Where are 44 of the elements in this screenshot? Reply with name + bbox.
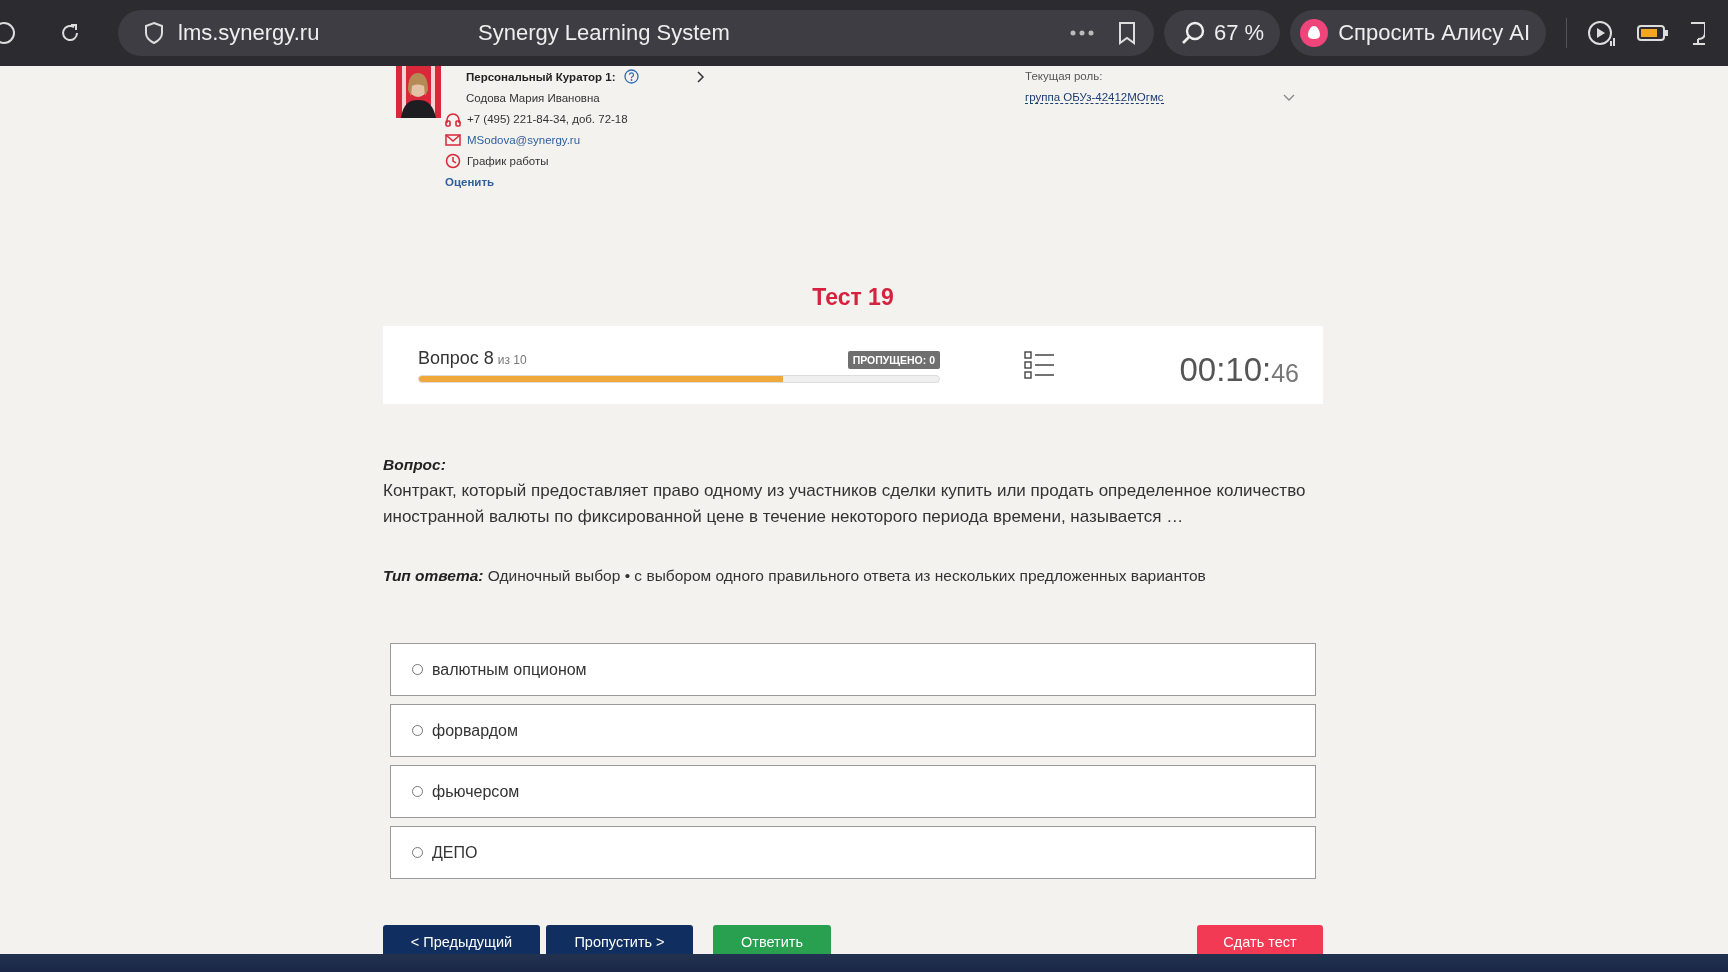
role-label: Текущая роль: xyxy=(1025,69,1104,84)
email-link[interactable]: MSodova@synergy.ru xyxy=(467,133,581,146)
schedule-text: График работы xyxy=(467,154,549,167)
radio-button[interactable] xyxy=(412,664,423,675)
address-text: lms.synergy.ru xyxy=(178,20,321,46)
skipped-badge: ПРОПУЩЕНО: 0 xyxy=(847,350,940,369)
answer-option[interactable]: валютным опционом xyxy=(390,643,1316,696)
answer-option[interactable]: фьючерсом xyxy=(390,765,1316,818)
question-total: из 10 xyxy=(497,352,527,367)
answer-type-text: Тип ответа: Одиночный выбор • с выбором одного правильного ответа из нескольких предложенных вариантов xyxy=(383,566,1207,586)
chevron-down-icon[interactable] xyxy=(1283,93,1295,102)
search-icon xyxy=(1180,20,1206,46)
help-icon[interactable] xyxy=(623,69,639,84)
radio-button[interactable] xyxy=(412,847,423,858)
chevron-right-icon[interactable] xyxy=(696,70,705,83)
answer-option[interactable]: ДЕПО xyxy=(390,826,1316,879)
curator-phone: +7 (495) 221-84-34, доб. 72-18 xyxy=(467,112,628,125)
answer-option[interactable]: форвардом xyxy=(390,704,1316,757)
test-title: Тест 19 xyxy=(811,284,895,312)
clock-icon xyxy=(445,152,461,169)
assistant-icon xyxy=(1300,19,1329,47)
page-title: Synergy Learning System xyxy=(478,20,731,46)
bookmark-icon[interactable] xyxy=(1118,21,1136,45)
more-icon[interactable] xyxy=(1070,30,1094,36)
play-icon[interactable] xyxy=(1587,19,1618,47)
email-icon xyxy=(445,131,461,148)
address-bar[interactable]: lms.synergy.ru Synergy Learning System xyxy=(118,10,1154,56)
headset-icon xyxy=(445,110,461,127)
question-number: Вопрос 8 xyxy=(418,347,494,368)
shield-icon xyxy=(144,21,164,45)
role-dropdown[interactable]: группа ОБУз-42412МОгмс xyxy=(1025,91,1164,104)
battery-icon xyxy=(1637,24,1670,42)
timer-seconds: 46 xyxy=(1271,359,1299,389)
zoom-button[interactable]: 67 % xyxy=(1164,10,1281,56)
radio-button[interactable] xyxy=(412,725,423,736)
rate-link[interactable]: Оценить xyxy=(445,175,495,188)
curator-name: Содова Мария Ивановна xyxy=(466,91,600,104)
timer-text: 00:10: xyxy=(1179,351,1272,389)
question-text: Контракт, который предоставляет право одному из участников сделки купить или продать определенное количество иностранной валюты по фиксированной цене в течение некоторого периода времени, называется … xyxy=(383,480,1307,528)
list-icon[interactable] xyxy=(1024,351,1054,379)
curator-heading: Персональный Куратор 1: xyxy=(466,70,616,83)
radio-button[interactable] xyxy=(412,786,423,797)
question-label: Вопрос: xyxy=(383,455,447,475)
assistant-button[interactable]: Спросить Алису AI xyxy=(1290,10,1547,56)
